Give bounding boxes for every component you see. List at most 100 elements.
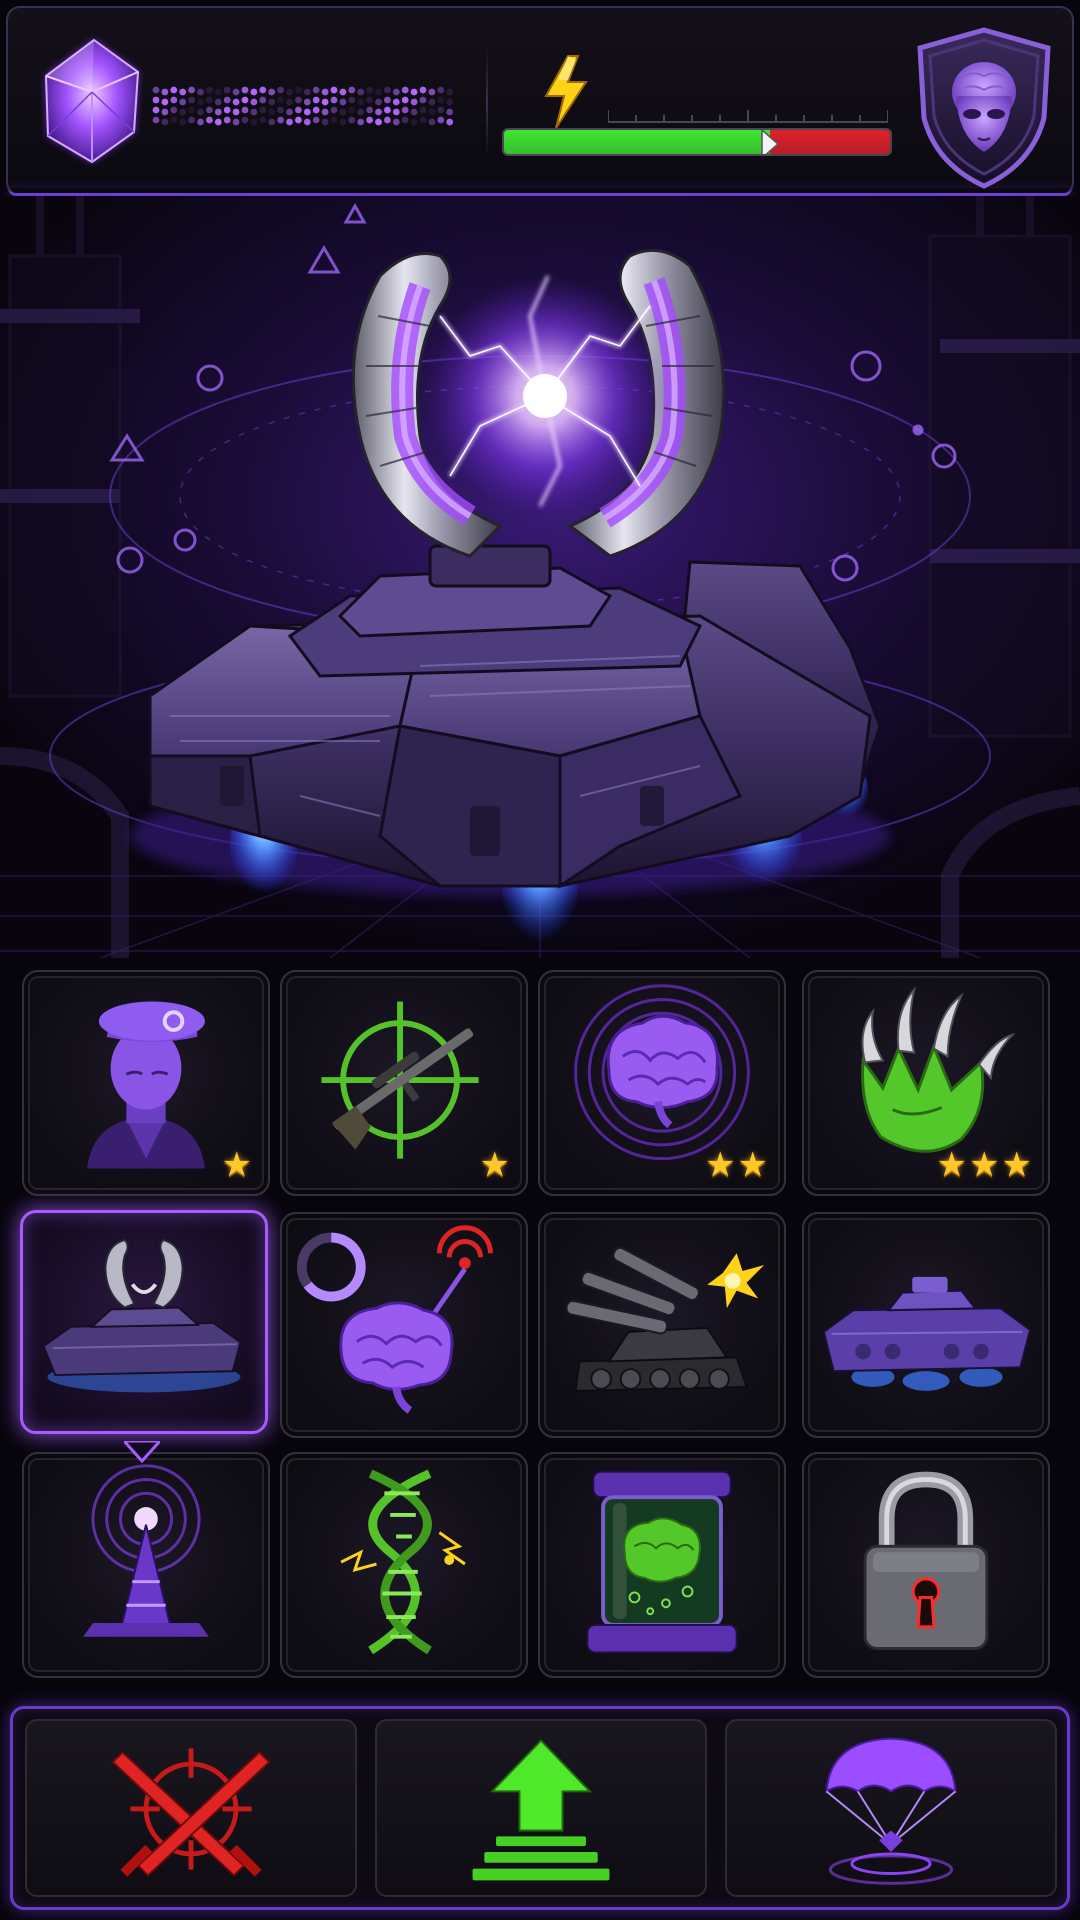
resource-meter-dot [437, 116, 445, 124]
upgrade-tile-psionic-brain[interactable]: ★ ★ [538, 970, 786, 1196]
resource-meter-dot [330, 96, 338, 104]
psi-tower-icon [83, 1464, 209, 1637]
resource-meter-dot [348, 86, 356, 94]
hover-tank-icon [822, 1276, 1032, 1391]
resource-meter-dot [286, 98, 293, 106]
resource-meter-dot [161, 88, 169, 96]
resource-meter-dot [312, 86, 320, 94]
resource-meter-dot [268, 108, 276, 116]
resource-meter-dot [152, 106, 160, 114]
upgrade-tile-sniper[interactable]: ★ [280, 970, 528, 1196]
resource-meter-dot [206, 96, 213, 104]
upgrade-tile-locked[interactable] [802, 1452, 1050, 1678]
upgrade-tile-commander[interactable]: ★ [22, 970, 270, 1196]
resource-meter-dot [366, 96, 373, 104]
resource-meter-dot [223, 96, 231, 104]
resource-meter-dot [321, 88, 329, 96]
attack-button[interactable] [25, 1719, 357, 1897]
resource-meter-dot [259, 116, 267, 124]
resource-meter-dot [446, 118, 454, 126]
resource-meter-dot [366, 86, 373, 94]
resource-meter-dot [206, 116, 213, 124]
resource-meter-dot [375, 118, 382, 126]
resource-meter-dot [410, 88, 418, 96]
resource-meter-dot [348, 106, 356, 114]
resource-meter-dot [428, 88, 436, 96]
star-icon: ★ [969, 1145, 1000, 1185]
resource-meter-dot [384, 116, 391, 124]
action-bar [10, 1706, 1070, 1910]
resource-meter-dot [392, 118, 400, 126]
top-status-bar [6, 6, 1074, 196]
resource-meter-dot [392, 88, 400, 96]
resource-meter-dot [375, 108, 382, 116]
resource-meter-dot [357, 98, 365, 106]
resource-meter-dot [392, 98, 400, 106]
resource-meter-dot [214, 88, 222, 96]
resource-meter-dot [357, 118, 365, 126]
upgrade-tile-psi-tower[interactable] [22, 1452, 270, 1678]
resource-meter-dot [197, 118, 204, 126]
resource-meter-dot [295, 106, 302, 114]
resource-meter-dot [366, 106, 373, 114]
resource-meter-dot [188, 96, 195, 104]
selection-pointer-icon [124, 1441, 160, 1463]
resource-meter-dot [295, 96, 302, 104]
upgrade-tile-mind-signal[interactable] [280, 1212, 528, 1438]
resource-meter-dot [277, 106, 284, 114]
resource-meter-dot [339, 108, 347, 116]
upgrade-tile-gene-mutation[interactable] [280, 1452, 528, 1678]
resource-meter-dot [321, 108, 329, 116]
resource-meter-dot [295, 86, 302, 94]
upgrade-tile-artillery[interactable] [538, 1212, 786, 1438]
psionic-hover-tank-artwork [0, 196, 1080, 958]
upgrade-tile-mutant-claw[interactable]: ★ ★ ★ [802, 970, 1050, 1196]
resource-meter-dot [152, 86, 160, 94]
airdrop-button[interactable] [725, 1719, 1057, 1897]
star-icon: ★ [737, 1145, 768, 1185]
padlock-icon [863, 1471, 989, 1650]
resource-meter-dot [161, 108, 169, 116]
resource-meter-dot [161, 118, 169, 126]
energy-scale-ticks [608, 110, 888, 123]
resource-meter-dot [410, 98, 418, 106]
upgrade-tile-psionic-tank[interactable] [20, 1210, 268, 1434]
resource-meter-dot [250, 98, 258, 106]
resource-meter-dot [250, 88, 258, 96]
resource-meter-dot [428, 98, 436, 106]
resource-meter-dot [188, 116, 195, 124]
resource-meter-dot [206, 106, 213, 114]
upgrade-button[interactable] [375, 1719, 707, 1897]
resource-meter-dot [303, 108, 311, 116]
resource-meter-dot [268, 88, 276, 96]
brain-jar-icon [586, 1470, 738, 1654]
resource-meter-dot [232, 88, 240, 96]
resource-meter-dot [401, 96, 409, 104]
resource-meter-dot [197, 88, 204, 96]
resource-meter-dot [268, 98, 276, 106]
resource-meter-dot [179, 98, 187, 106]
resource-meter-dot [197, 98, 204, 106]
star-icon: ★ [479, 1145, 510, 1185]
alien-head-shield-icon[interactable] [912, 26, 1056, 190]
multi-barrel-tank-icon [565, 1246, 765, 1392]
purple-crystal-icon[interactable] [34, 32, 154, 172]
star-icon: ★ [1001, 1145, 1032, 1185]
resource-meter-dot [446, 108, 454, 116]
resource-meter-dot [214, 98, 222, 106]
resource-meter-dot [348, 96, 356, 104]
resource-meter-dot [384, 86, 391, 94]
upgrade-grid: ★ ★ ★ ★ ★ ★ ★ [0, 958, 1080, 1688]
resource-meter-dot [286, 88, 293, 96]
upgrade-tile-brain-vat[interactable] [538, 1452, 786, 1678]
resource-meter-dot [303, 88, 311, 96]
brain-signal-icon [296, 1225, 493, 1414]
upgrade-tile-hover-tank[interactable] [802, 1212, 1050, 1438]
parachute-icon [825, 1737, 957, 1885]
resource-meter-dot [259, 106, 267, 114]
star-icon: ★ [221, 1145, 252, 1185]
resource-meter-dot [321, 98, 329, 106]
resource-meter-dot [188, 86, 195, 94]
resource-meter-dot [419, 86, 427, 94]
lightning-bolt-icon [544, 55, 588, 129]
